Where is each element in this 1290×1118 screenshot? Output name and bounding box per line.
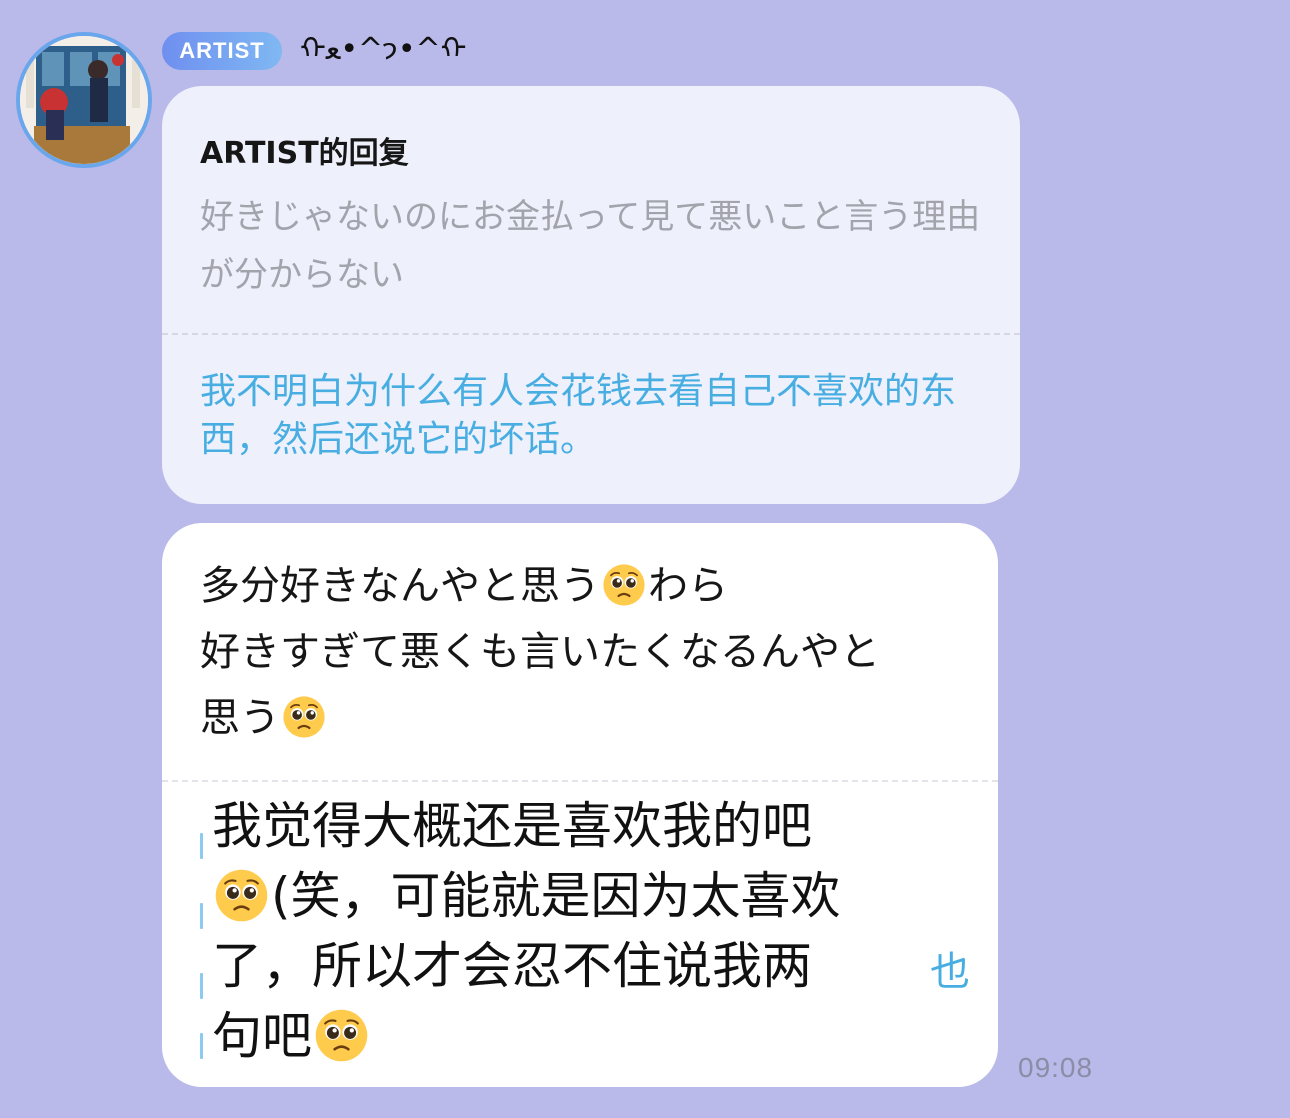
pleading-face-icon <box>282 695 326 739</box>
artist-badge: ARTIST <box>162 32 282 70</box>
reply-translation-text: 我不明白为什么有人会花钱去看自己不喜欢的东西，然后还说它的坏话。 <box>200 371 957 460</box>
message-translation-text: 我觉得大概还是喜欢我的吧 (笑，可能就是因为太喜欢 了，所以才会忍不住说我两 句… <box>212 791 952 1071</box>
message-translation-line: (笑，可能就是因为太喜欢 <box>212 861 952 931</box>
message-translation-line3: 了，所以才会忍不住说我两 <box>212 937 812 995</box>
message-translation-line1: 我觉得大概还是喜欢我的吧 <box>212 797 812 855</box>
message-original-line3: 思う <box>200 695 280 741</box>
message-bubble[interactable]: 多分好きなんやと思う わら 好きすぎて悪くも言いたくなるんやと 思う 我觉得大概还… <box>162 523 998 1087</box>
reply-quote-bubble[interactable]: ARTIST的回复 好きじゃないのにお金払って見て悪いこと言う理由が分からない … <box>162 86 1020 504</box>
message-translation-line2: (笑，可能就是因为太喜欢 <box>271 867 841 925</box>
message-translation-line4: 句吧 <box>212 1007 312 1065</box>
message-original-line: 思う <box>200 685 980 751</box>
pleading-face-icon <box>214 868 269 923</box>
pleading-face-icon <box>602 563 646 607</box>
message-original-line1-a: 多分好きなんやと思う <box>200 563 600 609</box>
message-original-line1-b: わら <box>648 563 728 609</box>
message-timestamp: 09:08 <box>1018 1052 1094 1083</box>
reply-divider <box>162 333 1020 335</box>
avatar-image <box>20 36 148 164</box>
message-original-line: 多分好きなんやと思う わら <box>200 553 980 619</box>
reply-original-text: 好きじゃないのにお金払って見て悪いこと言う理由が分からない <box>200 197 981 295</box>
avatar[interactable] <box>16 32 152 168</box>
selection-edge-marks <box>200 833 208 1063</box>
message-original-line2: 好きすぎて悪くも言いたくなるんやと <box>200 629 880 675</box>
reply-title: ARTIST的回复 <box>200 136 409 171</box>
message-divider <box>162 780 998 782</box>
message-translation-tail-char: 也 <box>930 949 970 995</box>
pleading-face-icon <box>314 1008 369 1063</box>
message-original-text: 多分好きなんやと思う わら 好きすぎて悪くも言いたくなるんやと 思う <box>200 553 980 751</box>
message-translation-line: 句吧 <box>212 1001 952 1071</box>
username[interactable]: ᡣ𐭩^•ﻌ•^ᡣ <box>300 30 467 70</box>
